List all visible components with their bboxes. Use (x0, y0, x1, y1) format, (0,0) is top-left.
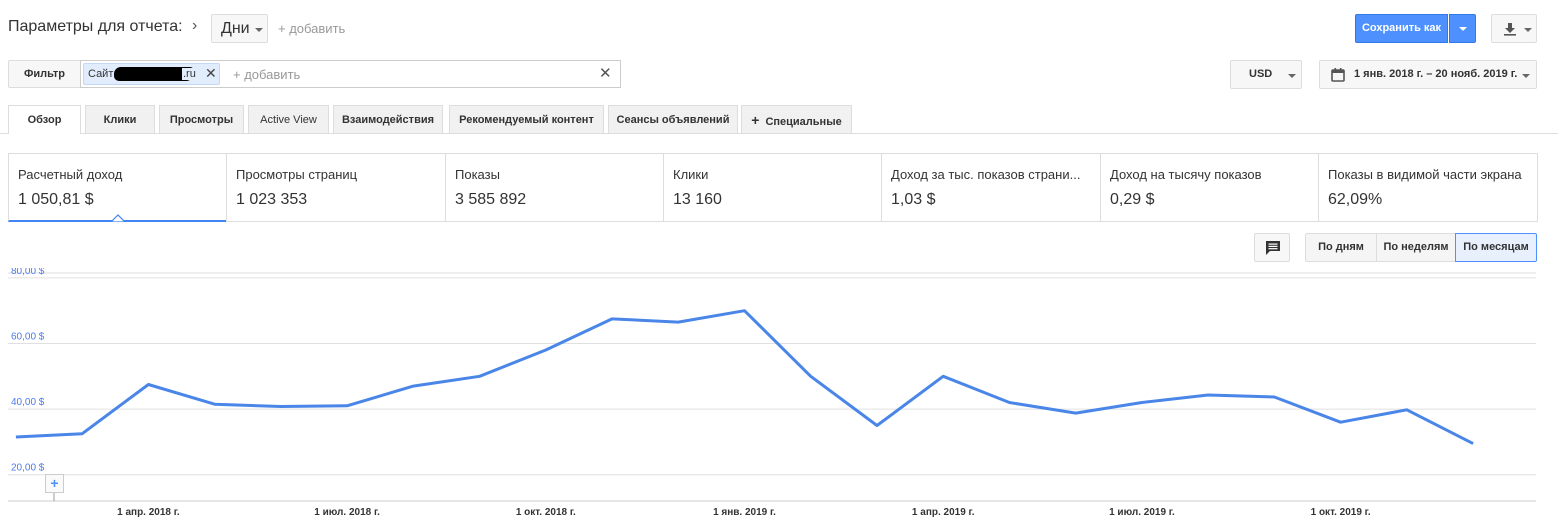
filter-chip[interactable]: Сайт .ru ✕ (83, 63, 220, 85)
metric-value: 13 160 (673, 191, 722, 208)
revenue-line-chart: 80,00 $ 60,00 $ 40,00 $ 20,00 $ 1 апр. 2018 … (8, 268, 1536, 518)
y-tick-label: 80,00 $ (11, 268, 45, 277)
granularity-months-button[interactable]: По месяцам (1455, 233, 1537, 262)
dimension-value: Дни (221, 20, 250, 37)
metric-value: 62,09% (1328, 191, 1383, 208)
granularity-weeks-button[interactable]: По неделям (1376, 233, 1456, 262)
tab-clicks[interactable]: Клики (85, 105, 155, 133)
currency-dropdown[interactable]: USD (1230, 60, 1302, 89)
metric-title: Просмотры страниц (236, 167, 358, 182)
caret-down-icon (1524, 28, 1532, 32)
metric-card-pageviews[interactable]: Просмотры страниц 1 023 353 (226, 153, 446, 222)
metric-card-clicks[interactable]: Клики 13 160 (663, 153, 882, 222)
dimension-dropdown[interactable]: Дни (211, 14, 268, 43)
x-tick-label: 1 июл. 2019 г. (1109, 507, 1175, 518)
metric-value: 1 023 353 (236, 191, 308, 208)
comment-icon (1266, 241, 1280, 255)
annotation-button[interactable] (1254, 233, 1290, 262)
y-tick-label: 40,00 $ (11, 397, 45, 408)
tab-overview[interactable]: Обзор (8, 105, 81, 134)
tab-ad-sessions[interactable]: Сеансы объявлений (608, 105, 738, 133)
metric-card-page-rpm[interactable]: Доход за тыс. показов страни... 1,03 $ (881, 153, 1101, 222)
x-tick-label: 1 апр. 2018 г. (117, 507, 180, 518)
date-range-value: 1 янв. 2018 г. – 20 нояб. 2019 г. (1354, 68, 1518, 80)
caret-down-icon (1288, 74, 1296, 78)
caret-down-icon (255, 28, 263, 32)
metric-value: 1 050,81 $ (18, 191, 94, 208)
chevron-right-icon: › (192, 17, 198, 34)
metric-value: 3 585 892 (455, 191, 527, 208)
save-as-menu-button[interactable] (1449, 14, 1476, 43)
x-tick-label: 1 окт. 2018 г. (516, 507, 576, 518)
clear-filter-icon[interactable]: ✕ (599, 64, 612, 82)
tab-active-view[interactable]: Active View (248, 105, 329, 133)
x-tick-label: 1 апр. 2019 г. (912, 507, 975, 518)
filter-chip-suffix: .ru (182, 68, 197, 80)
x-tick-label: 1 окт. 2019 г. (1311, 507, 1371, 518)
metric-card-active-view-viewable[interactable]: Показы в видимой части экрана 62,09% (1318, 153, 1538, 222)
save-as-button[interactable]: Сохранить как (1355, 14, 1448, 43)
caret-down-icon (1522, 74, 1530, 78)
add-filter-input[interactable]: + добавить (233, 67, 300, 82)
currency-value: USD (1249, 68, 1273, 80)
metric-card-estimated-revenue[interactable]: Расчетный доход 1 050,81 $ (8, 153, 227, 222)
metric-card-impressions[interactable]: Показы 3 585 892 (445, 153, 664, 222)
caret-down-icon (1459, 27, 1467, 31)
download-icon (1504, 23, 1516, 36)
metric-value: 1,03 $ (891, 191, 936, 208)
selected-pointer (111, 214, 125, 222)
series-line (15, 309, 1474, 445)
filter-button[interactable]: Фильтр (8, 60, 81, 88)
x-tick-label: 1 июл. 2018 г. (314, 507, 380, 518)
report-params-label: Параметры для отчета: (8, 18, 183, 35)
tab-recommended-content[interactable]: Рекомендуемый контент (449, 105, 604, 133)
plus-icon: + (751, 112, 760, 128)
metric-title: Доход на тысячу показов (1110, 167, 1262, 182)
granularity-days-button[interactable]: По дням (1305, 233, 1377, 262)
download-button[interactable] (1491, 14, 1537, 43)
add-dimension-link[interactable]: + добавить (278, 21, 345, 36)
tab-custom-label: Специальные (765, 116, 842, 128)
close-icon[interactable]: ✕ (205, 65, 217, 82)
tab-pageviews[interactable]: Просмотры (159, 105, 244, 133)
tab-custom[interactable]: + Специальные (741, 105, 852, 133)
metric-title: Показы (455, 167, 500, 182)
date-range-dropdown[interactable]: 1 янв. 2018 г. – 20 нояб. 2019 г. (1319, 60, 1537, 89)
tab-interactions[interactable]: Взаимодействия (333, 105, 443, 133)
metric-title: Показы в видимой части экрана (1328, 167, 1522, 182)
metric-title: Клики (673, 167, 709, 182)
expand-chart-button[interactable]: + (45, 474, 64, 493)
metric-title: Расчетный доход (18, 167, 123, 182)
y-tick-label: 60,00 $ (11, 331, 45, 342)
calendar-icon (1331, 68, 1345, 82)
metric-title: Доход за тыс. показов страни... (891, 167, 1081, 182)
metric-card-impression-rpm[interactable]: Доход на тысячу показов 0,29 $ (1100, 153, 1319, 222)
y-tick-label: 20,00 $ (11, 463, 45, 474)
filter-chip-label: Сайт (88, 68, 114, 80)
x-tick-label: 1 янв. 2019 г. (713, 507, 776, 518)
metric-value: 0,29 $ (1110, 191, 1155, 208)
